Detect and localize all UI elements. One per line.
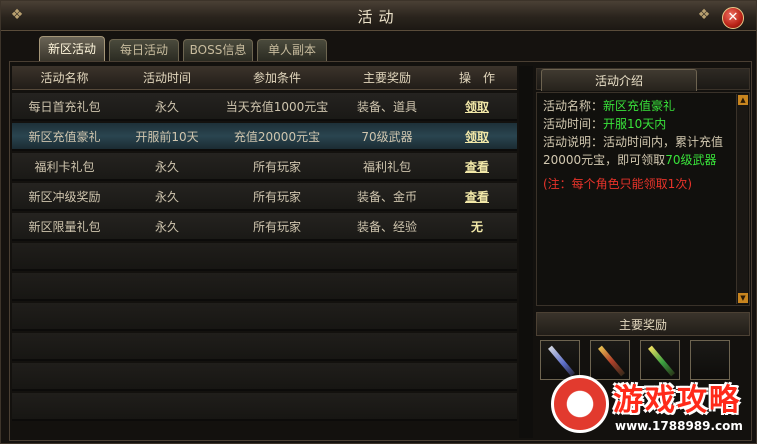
cell-condition: 当天充值1000元宝 — [225, 100, 329, 114]
watermark-url: www.1788989.com — [615, 419, 743, 433]
cell-condition: 所有玩家 — [252, 160, 301, 174]
cell-reward: 装备、经验 — [356, 220, 417, 234]
desc-name-label: 活动名称： — [543, 99, 604, 113]
cell-condition: 充值20000元宝 — [233, 130, 321, 144]
empty-row — [12, 273, 517, 301]
desc-explain-label: 活动说明： — [543, 135, 604, 149]
scroll-down-icon[interactable]: ▼ — [738, 293, 748, 303]
empty-row — [12, 393, 517, 421]
desc-name-value: 新区充值豪礼 — [603, 99, 676, 113]
tab-bar: 新区活动 每日活动 BOSS信息 单人副本 — [11, 33, 746, 61]
cell-name: 每日首充礼包 — [28, 100, 101, 114]
cell-time: 开服前10天 — [135, 130, 199, 144]
cell-reward: 装备、道具 — [356, 100, 417, 114]
table-row[interactable]: 每日首充礼包 永久 当天充值1000元宝 装备、道具 领取 — [12, 93, 517, 121]
action-none: 无 — [470, 220, 483, 234]
reward-header: 主要奖励 — [536, 312, 750, 336]
tab-boss[interactable]: BOSS信息 — [183, 39, 253, 61]
description-box: 活动名称：新区充值豪礼 活动时间：开服10天内 活动说明：活动时间内，累计充值 … — [536, 92, 750, 306]
cell-name: 新区充值豪礼 — [28, 130, 101, 144]
desc-note: (注：每个角色只能领取1次) — [543, 177, 692, 191]
cell-time: 永久 — [154, 160, 179, 174]
cell-name: 新区限量礼包 — [28, 220, 101, 234]
window-title: 活动 — [357, 8, 400, 26]
col-condition: 参加条件 — [252, 71, 301, 85]
view-link[interactable]: 查看 — [437, 153, 517, 181]
cell-reward: 70级武器 — [361, 130, 413, 144]
table-row-selected[interactable]: 新区充值豪礼 开服前10天 充值20000元宝 70级武器 领取 — [12, 123, 517, 151]
activity-table: 活动名称 活动时间 参加条件 主要奖励 操 作 每日首充礼包 永久 当天充值10… — [12, 66, 517, 438]
desc-time-value: 开服10天内 — [603, 117, 667, 131]
claim-link[interactable]: 领取 — [437, 93, 517, 121]
table-header: 活动名称 活动时间 参加条件 主要奖励 操 作 — [12, 66, 517, 90]
col-name: 活动名称 — [40, 71, 89, 85]
cell-condition: 所有玩家 — [252, 220, 301, 234]
cell-time: 永久 — [154, 220, 179, 234]
side-header: 活动介绍 — [536, 68, 750, 91]
table-scroll-gutter — [519, 66, 533, 438]
empty-row — [12, 333, 517, 361]
desc-explain-value: 70级武器 — [665, 153, 717, 167]
claim-link[interactable]: 领取 — [437, 123, 517, 151]
cell-time: 永久 — [154, 100, 179, 114]
description-text: 活动名称：新区充值豪礼 活动时间：开服10天内 活动说明：活动时间内，累计充值 … — [543, 97, 733, 193]
cell-reward: 福利礼包 — [362, 160, 411, 174]
cell-name: 福利卡礼包 — [34, 160, 95, 174]
col-reward: 主要奖励 — [362, 71, 411, 85]
description-scrollbar[interactable]: ▲ ▼ — [736, 94, 748, 304]
table-row[interactable]: 新区冲级奖励 永久 所有玩家 装备、金币 查看 — [12, 183, 517, 211]
activity-window: ❖ 活动 ❖ ✕ 新区活动 每日活动 BOSS信息 单人副本 活动名称 活动时间… — [0, 0, 757, 444]
desc-time-label: 活动时间： — [543, 117, 604, 131]
desc-explain-text1: 活动时间内，累计充值 — [603, 135, 724, 149]
table-row[interactable]: 福利卡礼包 永久 所有玩家 福利礼包 查看 — [12, 153, 517, 181]
tab-new-server[interactable]: 新区活动 — [39, 36, 105, 61]
cell-time: 永久 — [154, 190, 179, 204]
tab-activity-intro[interactable]: 活动介绍 — [541, 69, 697, 91]
scroll-up-icon[interactable]: ▲ — [738, 95, 748, 105]
tab-solo-dungeon[interactable]: 单人副本 — [257, 39, 327, 61]
view-link[interactable]: 查看 — [437, 183, 517, 211]
cell-name: 新区冲级奖励 — [28, 190, 101, 204]
desc-explain-text2: 20000元宝，即可领取 — [543, 153, 666, 167]
empty-row — [12, 363, 517, 391]
empty-row — [12, 303, 517, 331]
watermark: 游戏攻略 www.1788989.com — [549, 371, 754, 441]
col-time: 活动时间 — [142, 71, 191, 85]
cell-condition: 所有玩家 — [252, 190, 301, 204]
title-bar: ❖ 活动 ❖ ✕ — [1, 1, 756, 31]
table-row[interactable]: 新区限量礼包 永久 所有玩家 装备、经验 无 — [12, 213, 517, 241]
tab-daily[interactable]: 每日活动 — [109, 39, 179, 61]
cell-reward: 装备、金币 — [356, 190, 417, 204]
watermark-title: 游戏攻略 — [613, 383, 741, 418]
gamepad-logo-icon — [551, 375, 609, 433]
close-button[interactable]: ✕ — [722, 7, 744, 29]
ornament-right-icon: ❖ — [697, 7, 711, 23]
col-action: 操 作 — [458, 71, 495, 85]
empty-row — [12, 243, 517, 271]
